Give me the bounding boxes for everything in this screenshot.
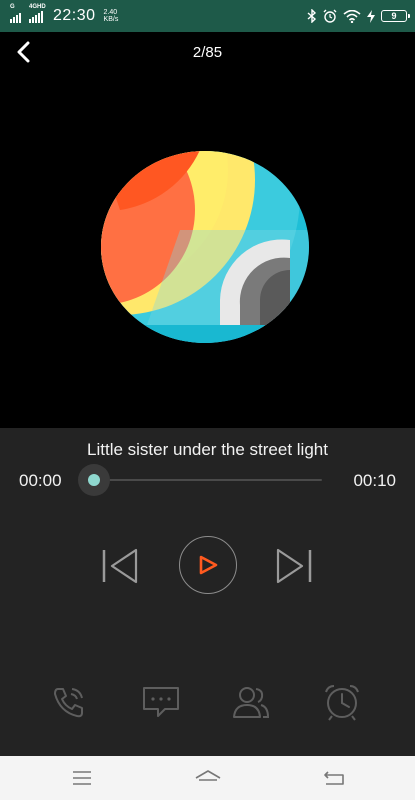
back-button[interactable] [10,38,38,66]
back-icon [324,771,344,785]
contacts-button[interactable] [230,682,272,722]
network-speed-unit: KB/s [103,16,119,23]
bluetooth-icon [307,9,317,23]
charging-icon [367,9,375,23]
status-time: 22:30 [53,7,96,24]
network-speed: 2.40 KB/s [104,9,119,23]
current-time: 00:00 [19,471,62,490]
wifi-icon [343,9,361,23]
battery-level: 9 [391,11,397,21]
playback-controls [0,536,415,594]
chevron-left-icon [17,41,30,63]
recent-apps-button[interactable] [62,764,102,792]
previous-button[interactable] [98,546,142,586]
call-button[interactable] [48,682,90,722]
sim2-signal-icon: 4GHD [29,4,46,23]
message-button[interactable] [140,682,182,722]
album-cover-image [100,150,310,345]
alarm-icon [323,9,337,23]
song-title: Little sister under the street light [87,440,328,459]
previous-icon [102,548,138,584]
network-speed-value: 2.40 [103,9,118,16]
alarm-button[interactable] [321,682,363,722]
system-back-button[interactable] [314,764,354,792]
home-button[interactable] [188,764,228,792]
progress-track [94,479,322,481]
home-icon [195,770,221,781]
sim1-signal-icon: G [10,4,21,23]
status-bar: G 4GHD 22:30 2.40 KB/s 9 [0,0,415,32]
system-nav-bar [0,756,415,800]
duration-time: 00:10 [353,471,396,490]
alarm-clock-icon [325,685,359,721]
battery-icon: 9 [381,10,410,22]
play-icon [199,555,218,575]
top-bar: 2/85 [0,32,415,72]
action-bar [0,678,415,724]
message-icon [143,687,179,717]
sim2-tag: 4GHD [29,4,46,10]
contacts-icon [233,687,270,718]
signal-group: G 4GHD 22:30 2.40 KB/s [10,4,119,25]
next-button[interactable] [272,546,316,586]
player-panel: Little sister under the street light 00:… [0,428,415,756]
next-icon [276,548,312,584]
sim1-tag: G [10,4,15,10]
progress-knob[interactable] [88,474,100,486]
phone-call-icon [54,688,83,718]
play-button[interactable] [179,536,237,594]
progress-slider[interactable] [78,464,328,496]
track-counter: 2/85 [192,43,223,61]
menu-icon [73,771,91,785]
